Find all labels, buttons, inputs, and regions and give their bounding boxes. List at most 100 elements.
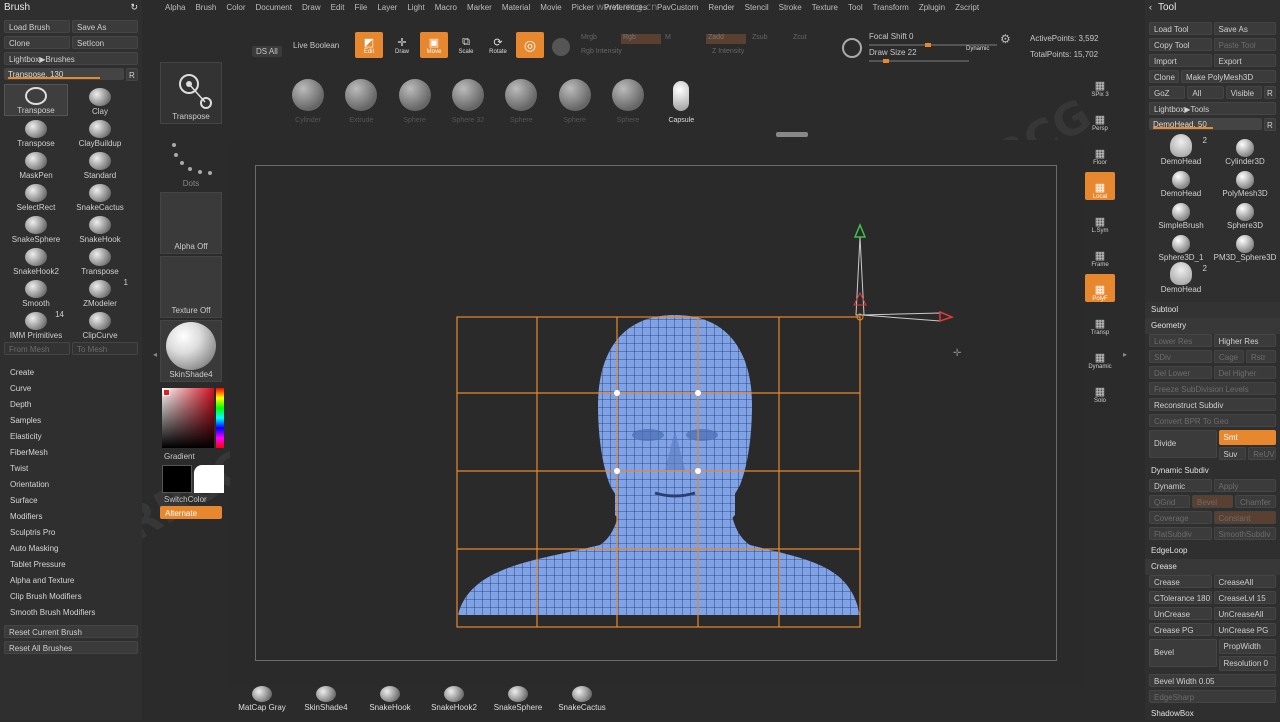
- brush-section-item[interactable]: Twist: [0, 461, 142, 477]
- reset-all-brushes-button[interactable]: Reset All Brushes: [4, 641, 138, 654]
- brush-section-item[interactable]: Elasticity: [0, 429, 142, 445]
- menu-item[interactable]: Light: [402, 0, 429, 14]
- seticon-button[interactable]: SetIcon: [72, 36, 138, 49]
- menu-item[interactable]: Color: [221, 0, 250, 14]
- stroke-tile[interactable]: Dots: [160, 128, 222, 190]
- bottom-shelf-item[interactable]: SnakeSphere: [486, 686, 550, 720]
- r-button[interactable]: R: [126, 68, 138, 81]
- smoothsubdiv-slider[interactable]: SmoothSubdiv: [1213, 527, 1276, 540]
- brush-item[interactable]: SelectRect: [4, 180, 68, 212]
- m-button[interactable]: M: [665, 34, 671, 41]
- export-button[interactable]: Export: [1213, 54, 1276, 67]
- make-polymesh-button[interactable]: Make PolyMesh3D: [1181, 70, 1276, 83]
- menu-item[interactable]: Edit: [326, 0, 350, 14]
- shelf-mesh-item[interactable]: Sphere 32: [441, 62, 494, 124]
- menu-item[interactable]: File: [349, 0, 372, 14]
- tool-panel-arrow-icon[interactable]: ‹: [1149, 2, 1152, 12]
- view-control-floor[interactable]: ▦ Floor: [1085, 138, 1115, 166]
- lightbox-brushes-button[interactable]: Lightbox▶Brushes: [4, 52, 138, 65]
- save-as-brush-button[interactable]: Save As: [72, 20, 138, 33]
- tool-item[interactable]: DemoHead 2: [1149, 262, 1213, 294]
- demohead-slider[interactable]: DemoHead. 50: [1149, 118, 1262, 130]
- z-intensity-slider[interactable]: Z Intensity: [712, 48, 744, 55]
- brush-section-item[interactable]: Tablet Pressure: [0, 557, 142, 573]
- demohead-mesh[interactable]: [450, 215, 970, 635]
- menu-item[interactable]: Movie: [535, 0, 566, 14]
- view-control-frame[interactable]: ▦ Frame: [1085, 240, 1115, 268]
- brush-section-item[interactable]: Surface: [0, 493, 142, 509]
- brush-section-item[interactable]: Sculptris Pro: [0, 525, 142, 541]
- brush-section-item[interactable]: Curve: [0, 381, 142, 397]
- menu-item[interactable]: Texture: [807, 0, 843, 14]
- save-as-tool-button[interactable]: Save As: [1213, 22, 1276, 35]
- paste-tool-button[interactable]: Paste Tool: [1213, 38, 1276, 51]
- brush-section-item[interactable]: Modifiers: [0, 509, 142, 525]
- brush-item[interactable]: SnakeHook: [68, 212, 132, 244]
- shelf-mesh-item[interactable]: Sphere: [388, 62, 441, 124]
- bottom-shelf-item[interactable]: MatCap Gray: [230, 686, 294, 720]
- brush-section-item[interactable]: Clip Brush Modifiers: [0, 589, 142, 605]
- view-control-transp[interactable]: ▦ Transp: [1085, 308, 1115, 336]
- tool-item[interactable]: PolyMesh3D: [1213, 166, 1277, 198]
- uncrease-pg-button[interactable]: UnCrease PG: [1213, 623, 1276, 636]
- creaselvl-slider[interactable]: CreaseLvl 15: [1213, 591, 1276, 604]
- rotate-button[interactable]: ⟳ Rotate: [484, 32, 512, 58]
- transpose-gizmo-button[interactable]: ◎: [516, 32, 544, 58]
- r-tool-button-2[interactable]: R: [1264, 118, 1276, 131]
- shelf-mesh-item[interactable]: Cylinder: [281, 62, 334, 124]
- bevel-toggle[interactable]: Bevel: [1192, 495, 1233, 508]
- goz-button[interactable]: GoZ: [1149, 86, 1186, 99]
- menu-item[interactable]: Picker: [567, 0, 599, 14]
- menu-item[interactable]: PavCustom: [652, 0, 703, 14]
- menu-item[interactable]: Render: [703, 0, 739, 14]
- brush-item[interactable]: Transpose: [68, 244, 132, 276]
- shelf-mesh-item[interactable]: Extrude: [335, 62, 388, 124]
- view-control-dynamic[interactable]: ▦ Dynamic: [1085, 342, 1115, 370]
- view-control-lsym[interactable]: ▦ L.Sym: [1085, 206, 1115, 234]
- freeze-subdiv-button[interactable]: Freeze SubDivision Levels: [1149, 382, 1276, 395]
- crease-section[interactable]: Crease: [1145, 559, 1280, 575]
- tool-item[interactable]: Sphere3D: [1213, 198, 1277, 230]
- crease-pg-button[interactable]: Crease PG: [1149, 623, 1212, 636]
- secondary-color[interactable]: [162, 465, 192, 493]
- del-lower-button[interactable]: Del Lower: [1149, 366, 1212, 379]
- cage-button[interactable]: Cage: [1214, 350, 1244, 363]
- shelf-mesh-item[interactable]: [228, 62, 281, 124]
- draw-button[interactable]: ✛ Draw: [388, 32, 416, 58]
- brush-item[interactable]: SnakeHook2: [4, 244, 68, 276]
- dynamic-button[interactable]: Dynamic: [1149, 479, 1212, 492]
- brush-section-item[interactable]: Depth: [0, 397, 142, 413]
- uncreaseall-button[interactable]: UnCreaseAll: [1213, 607, 1276, 620]
- tool-item[interactable]: Sphere3D_1: [1149, 230, 1213, 262]
- flatsubdiv-slider[interactable]: FlatSubdiv: [1149, 527, 1212, 540]
- menu-item[interactable]: Material: [497, 0, 535, 14]
- tool-item[interactable]: Cylinder3D: [1213, 134, 1277, 166]
- menu-item[interactable]: Tool: [843, 0, 868, 14]
- reuv-toggle[interactable]: ReUV: [1248, 447, 1276, 460]
- bevel-button[interactable]: Bevel: [1149, 639, 1217, 667]
- view-control-polyf[interactable]: ▦ PolyF: [1085, 274, 1115, 302]
- creaseall-button[interactable]: CreaseAll: [1213, 575, 1276, 588]
- view-control-persp[interactable]: ▦ Persp: [1085, 104, 1115, 132]
- lightbox-tools-button[interactable]: Lightbox▶Tools: [1149, 102, 1276, 115]
- bevel-width-slider[interactable]: Bevel Width 0.05: [1149, 674, 1276, 687]
- menu-item[interactable]: Zplugin: [914, 0, 950, 14]
- scale-button[interactable]: ⧉ Scale: [452, 32, 480, 58]
- qgrid-slider[interactable]: QGrid: [1149, 495, 1190, 508]
- tool-item[interactable]: PM3D_Sphere3D: [1213, 230, 1277, 262]
- gradient-label[interactable]: Gradient: [160, 452, 228, 461]
- propwidth-toggle[interactable]: PropWidth: [1218, 639, 1276, 654]
- geometry-section[interactable]: Geometry: [1145, 318, 1280, 334]
- menu-item[interactable]: Zscript: [950, 0, 984, 14]
- r-tool-button[interactable]: R: [1263, 86, 1276, 99]
- brush-item[interactable]: IMM Primitives 14: [4, 308, 68, 340]
- clone-brush-button[interactable]: Clone: [4, 36, 70, 49]
- brush-item[interactable]: Transpose: [4, 116, 68, 148]
- constant-toggle[interactable]: Constant: [1213, 511, 1276, 524]
- brush-item[interactable]: Transpose: [4, 84, 68, 116]
- menu-item[interactable]: Marker: [462, 0, 497, 14]
- shelf-mesh-item[interactable]: Sphere: [601, 62, 654, 124]
- brush-section-item[interactable]: Create: [0, 365, 142, 381]
- shelf-scroll-handle[interactable]: [776, 132, 808, 137]
- dynamic-toggle[interactable]: Dynamic: [966, 46, 989, 52]
